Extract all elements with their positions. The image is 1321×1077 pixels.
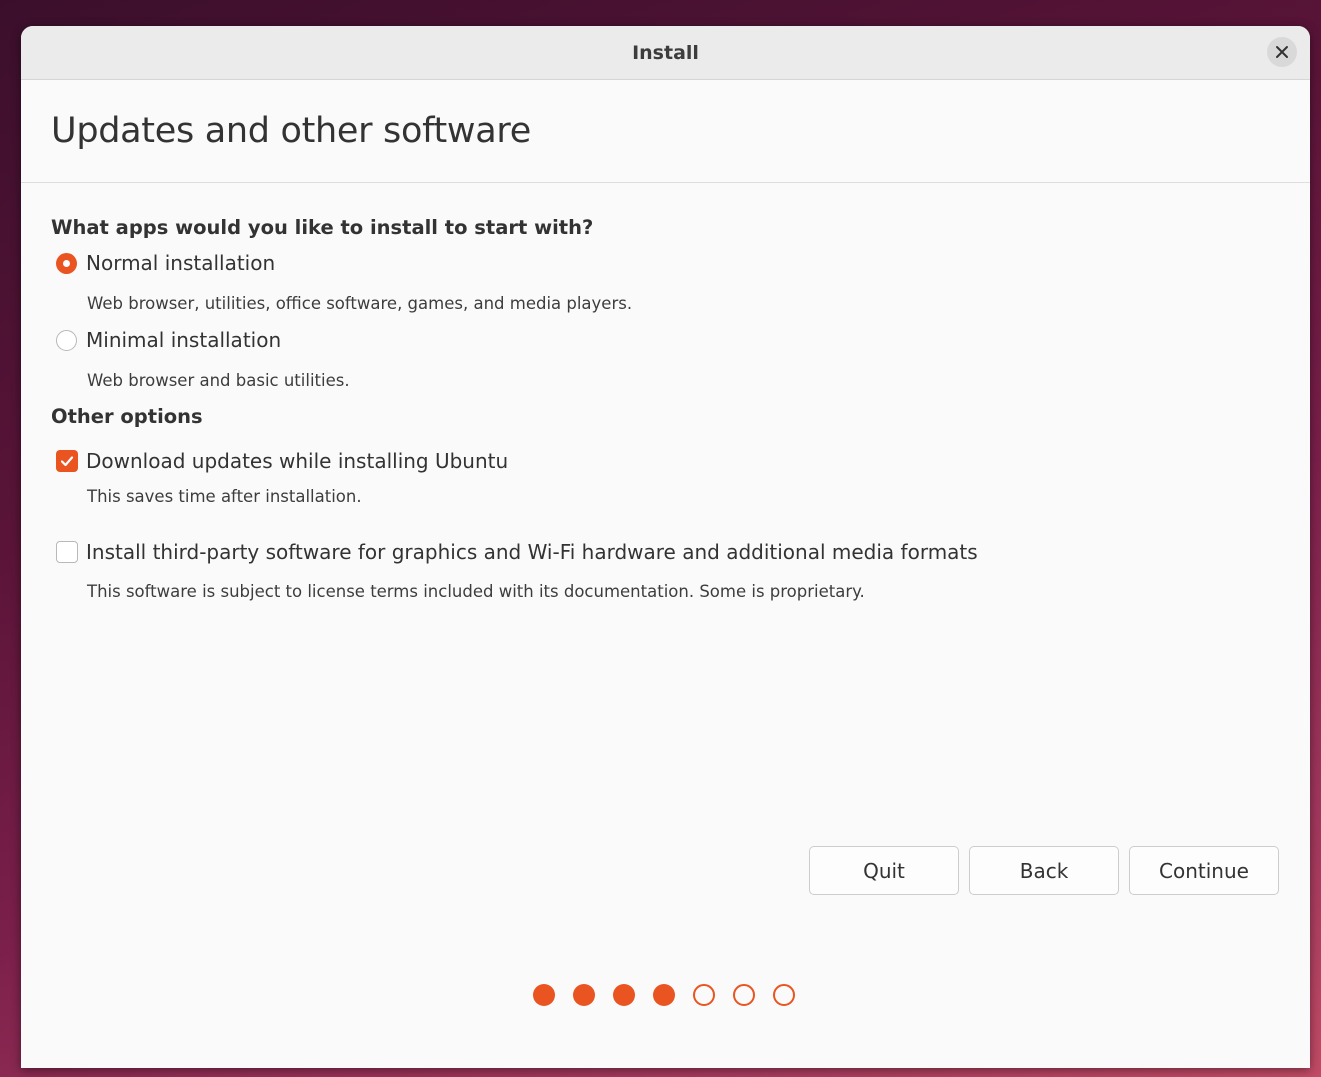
third-party-software-description: This software is subject to license term… [87, 582, 865, 601]
page-header: Updates and other software [21, 80, 1310, 183]
apps-section-heading: What apps would you like to install to s… [51, 216, 594, 239]
minimal-installation-radio[interactable] [56, 330, 77, 351]
download-updates-checkbox[interactable] [56, 450, 78, 472]
minimal-installation-label[interactable]: Minimal installation [86, 328, 281, 352]
installer-window: Install Updates and other software What … [21, 26, 1310, 1068]
checkbox-unchecked-indicator [56, 541, 78, 563]
progress-dot-4 [653, 984, 675, 1006]
progress-dot-2 [573, 984, 595, 1006]
radio-selected-indicator [56, 253, 77, 274]
close-button[interactable] [1267, 37, 1297, 67]
title-bar: Install [21, 26, 1310, 80]
progress-dot-7 [773, 984, 795, 1006]
window-title: Install [632, 41, 699, 64]
normal-installation-label[interactable]: Normal installation [86, 251, 275, 275]
normal-installation-description: Web browser, utilities, office software,… [87, 294, 633, 313]
minimal-installation-description: Web browser and basic utilities. [87, 371, 350, 390]
download-updates-label[interactable]: Download updates while installing Ubuntu [86, 449, 508, 473]
close-icon [1276, 46, 1288, 58]
other-options-heading: Other options [51, 405, 203, 428]
radio-unselected-indicator [56, 330, 77, 351]
page-title: Updates and other software [51, 111, 531, 151]
progress-dot-5 [693, 984, 715, 1006]
quit-button[interactable]: Quit [809, 846, 959, 895]
progress-dot-3 [613, 984, 635, 1006]
normal-installation-radio[interactable] [56, 253, 77, 274]
checkmark-icon [60, 456, 74, 467]
third-party-software-checkbox[interactable] [56, 541, 78, 563]
download-updates-description: This saves time after installation. [87, 487, 362, 506]
progress-dot-1 [533, 984, 555, 1006]
checkbox-checked-indicator [56, 450, 78, 472]
third-party-software-label[interactable]: Install third-party software for graphic… [86, 540, 978, 564]
continue-button[interactable]: Continue [1129, 846, 1279, 895]
progress-indicator [533, 984, 795, 1006]
back-button[interactable]: Back [969, 846, 1119, 895]
progress-dot-6 [733, 984, 755, 1006]
